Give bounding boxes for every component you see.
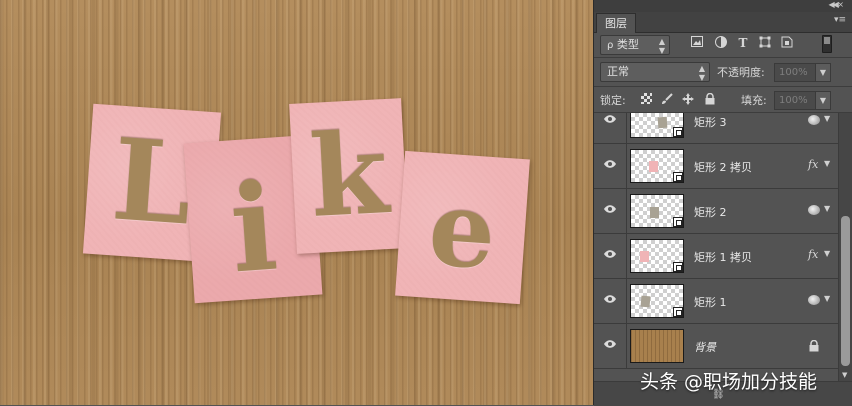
shape-layer-icon [673,262,683,272]
lock-transparent-pixels-icon[interactable] [640,93,652,105]
layer-row[interactable]: 矩形 2 拷贝 fx ▼ [594,144,838,189]
shape-layer-icon [673,127,683,137]
layer-filter-dropdown[interactable]: ρ 类型 ▲ ▼ [600,35,670,55]
layer-name: 矩形 2 [694,206,727,219]
scroll-down-icon[interactable]: ▼ [842,371,847,379]
blend-mode-value: 正常 [607,65,629,78]
shape-preview [657,116,668,129]
layer-style-icon[interactable] [808,205,820,215]
layer-row[interactable]: 矩形 1 拷贝 fx ▼ [594,234,838,279]
filter-kind-label: 类型 [616,38,639,51]
layers-panel: ◀◀ × 图层 ▾≡ ρ 类型 ▲ ▼ T 正常 ▲ ▼ 不透明度: 100% ▼ … [593,0,852,406]
letter-i: i [226,156,282,301]
eye-icon [604,250,616,258]
layer-thumbnail [630,113,684,138]
layer-thumbnail [630,194,684,228]
layer-thumbnail [630,329,684,363]
eye-icon [604,205,616,213]
expand-effects-icon[interactable]: ▼ [824,204,830,213]
shape-preview [640,295,651,308]
tab-layers[interactable]: 图层 [596,13,636,33]
letter-l: L [108,114,196,251]
smart-object-filter-icon[interactable] [780,36,794,50]
eye-icon [604,340,616,348]
visibility-toggle[interactable] [594,234,627,278]
layer-thumbnail [630,284,684,318]
lock-image-pixels-icon[interactable] [661,93,673,105]
fx-icon[interactable]: fx [808,158,818,171]
fill-label: 填充: [741,94,767,107]
shape-filter-icon[interactable] [758,36,772,50]
lock-label: 锁定: [600,94,626,107]
shape-layer-icon [673,307,683,317]
layer-thumbnail [630,239,684,273]
fill-dropdown-arrow[interactable]: ▼ [815,91,831,110]
dropdown-arrows-icon: ▲ ▼ [698,64,705,82]
layer-name: 矩形 2 拷贝 [694,161,752,174]
visibility-toggle[interactable] [594,279,627,323]
divider [594,57,852,58]
opacity-dropdown-arrow[interactable]: ▼ [815,63,831,82]
shape-preview [640,251,649,262]
layers-scrollbar[interactable]: ▼ [838,113,852,381]
scrollbar-thumb[interactable] [841,216,850,366]
visibility-toggle[interactable] [594,324,627,368]
layer-thumbnail [630,149,684,183]
dropdown-arrows-icon: ▲ ▼ [658,37,665,55]
shape-layer-icon [673,217,683,227]
letter-k: k [306,108,392,243]
shape-preview [650,207,659,218]
layer-name: 矩形 3 [694,116,727,129]
fx-icon[interactable]: fx [808,248,818,261]
lock-all-icon[interactable] [704,92,716,105]
layer-row[interactable]: 背景 [594,324,838,369]
panel-tab-row: 图层 ▾≡ [594,12,852,33]
panel-menu-icon[interactable]: ▾≡ [834,15,846,25]
layers-list: 矩形 3 ▼ 矩形 2 拷贝 fx ▼ 矩形 2 ▼ 矩形 1 拷贝 fx ▼ … [594,113,838,381]
eye-icon [604,115,616,123]
letter-tile-e: e [395,150,530,305]
expand-effects-icon[interactable]: ▼ [824,159,830,168]
layer-row[interactable]: 矩形 3 ▼ [594,113,838,144]
letter-e: e [425,165,500,293]
eye-icon [604,160,616,168]
layer-name: 矩形 1 拷贝 [694,251,752,264]
layer-row[interactable]: 矩形 1 ▼ [594,279,838,324]
shape-preview [649,161,658,172]
letter-tile-k: k [289,98,409,254]
layer-name: 背景 [694,341,716,354]
expand-effects-icon[interactable]: ▼ [824,294,830,303]
watermark-text: 头条 @职场加分技能 [640,371,818,393]
opacity-input[interactable]: 100% [774,63,816,82]
fill-input[interactable]: 100% [774,91,816,110]
eye-icon [604,295,616,303]
opacity-label: 不透明度: [717,66,765,79]
layer-name: 矩形 1 [694,296,727,309]
search-icon: ρ [607,40,614,51]
divider [594,86,852,87]
layer-style-icon[interactable] [808,295,820,305]
expand-effects-icon[interactable]: ▼ [824,114,830,123]
shape-layer-icon [673,172,683,182]
document-canvas[interactable]: L i k e [0,0,593,405]
lock-icon[interactable] [809,337,821,352]
layer-style-icon[interactable] [808,115,820,125]
blend-mode-dropdown[interactable]: 正常 ▲ ▼ [600,62,710,82]
visibility-toggle[interactable] [594,113,627,143]
layer-row[interactable]: 矩形 2 ▼ [594,189,838,234]
type-filter-icon[interactable]: T [736,36,750,50]
panel-title-bar: ◀◀ × [594,0,852,12]
filter-toggle-switch[interactable] [822,35,832,53]
visibility-toggle[interactable] [594,189,627,233]
lock-position-icon[interactable] [682,93,694,105]
image-filter-icon[interactable] [690,36,704,50]
expand-effects-icon[interactable]: ▼ [824,249,830,258]
visibility-toggle[interactable] [594,144,627,188]
collapse-panel-icon[interactable]: ◀◀ × [828,0,844,9]
adjustment-filter-icon[interactable] [714,36,728,50]
